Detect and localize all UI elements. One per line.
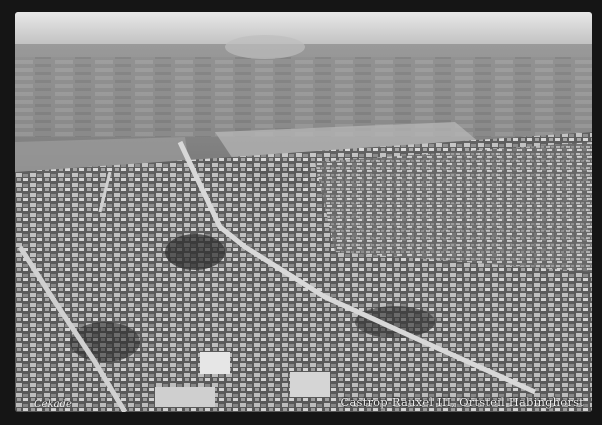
- trees: [355, 306, 435, 338]
- building: [200, 352, 230, 374]
- postcard: Cekade Castrop-Rauxel III, Ortsteil Habi…: [0, 0, 602, 425]
- building: [290, 372, 330, 397]
- town-houses-east: [315, 142, 592, 272]
- building: [155, 387, 215, 407]
- aerial-town-view: [15, 12, 592, 412]
- publisher-logo: Cekade: [34, 399, 72, 410]
- smoke-plume: [225, 35, 305, 59]
- aerial-photo: [15, 12, 592, 412]
- trees: [165, 234, 225, 270]
- photo-caption: Castrop-Rauxel III, Ortsteil Habinghorst: [340, 395, 584, 409]
- distant-fields: [15, 57, 592, 137]
